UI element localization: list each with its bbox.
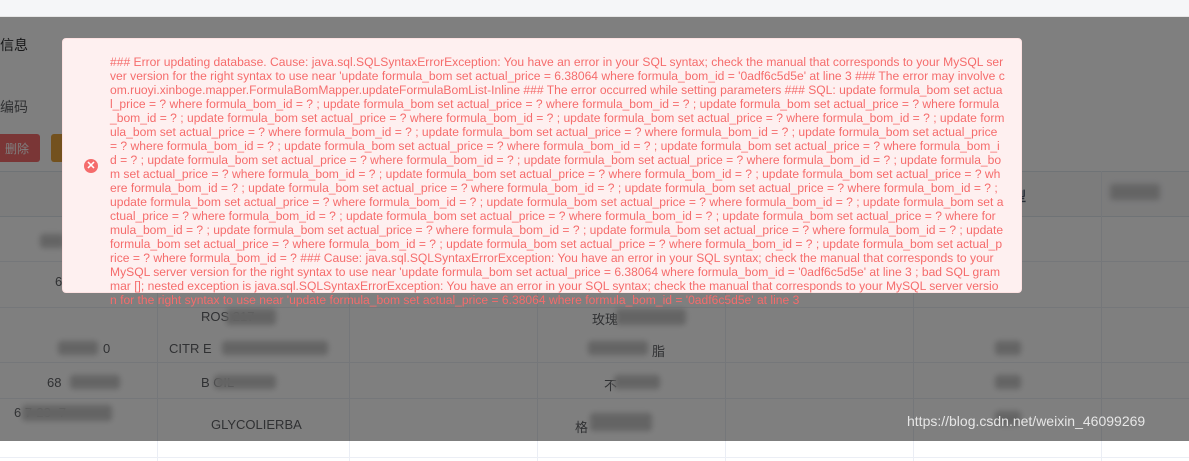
watermark: https://blog.csdn.net/weixin_46099269 — [907, 413, 1146, 429]
top-strip — [0, 0, 1189, 17]
close-circle-icon: ✕ — [84, 159, 98, 173]
error-message: ✕ ### Error updating database. Cause: ja… — [62, 38, 1022, 307]
error-message-text: ### Error updating database. Cause: java… — [110, 55, 1005, 307]
